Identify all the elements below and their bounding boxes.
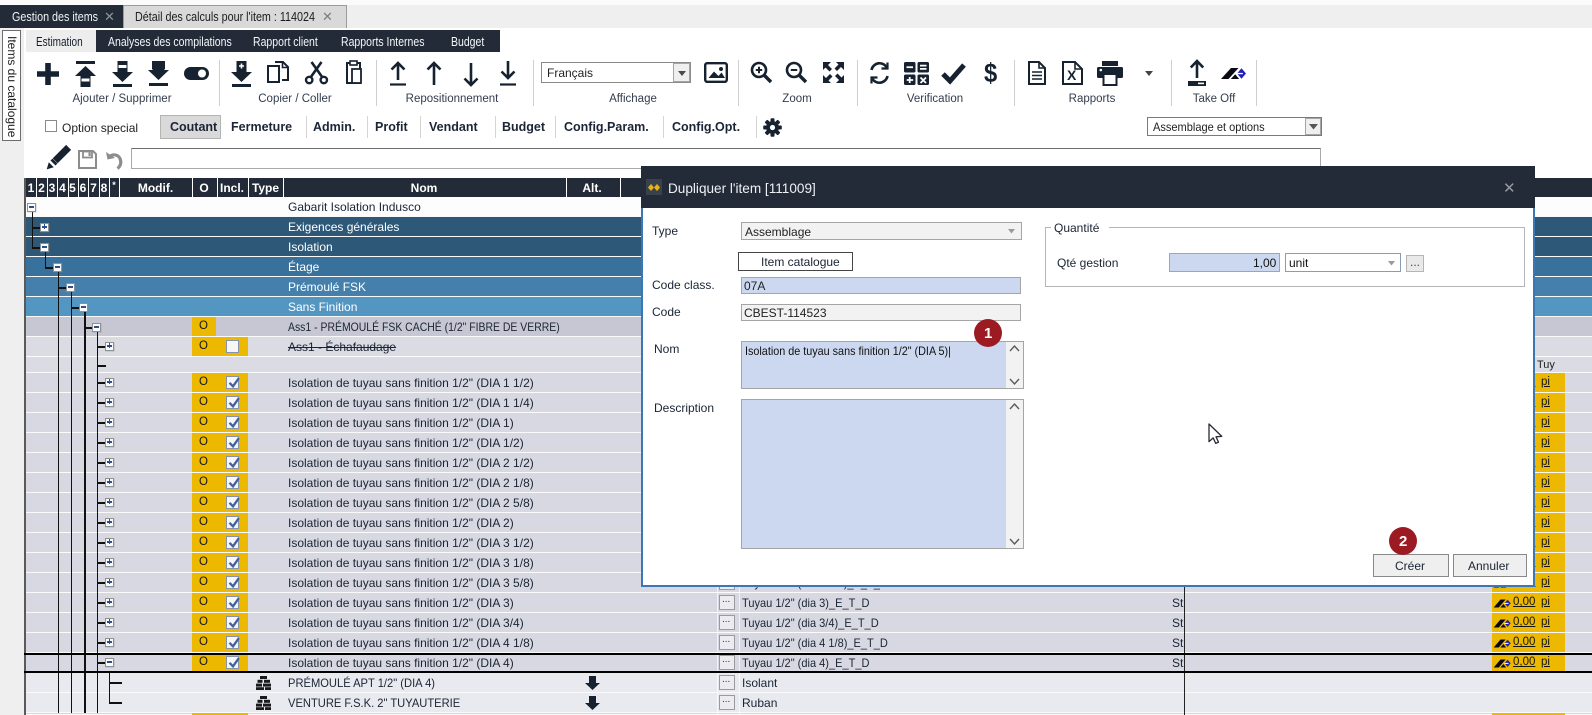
svg-text:X: X (1067, 67, 1077, 83)
